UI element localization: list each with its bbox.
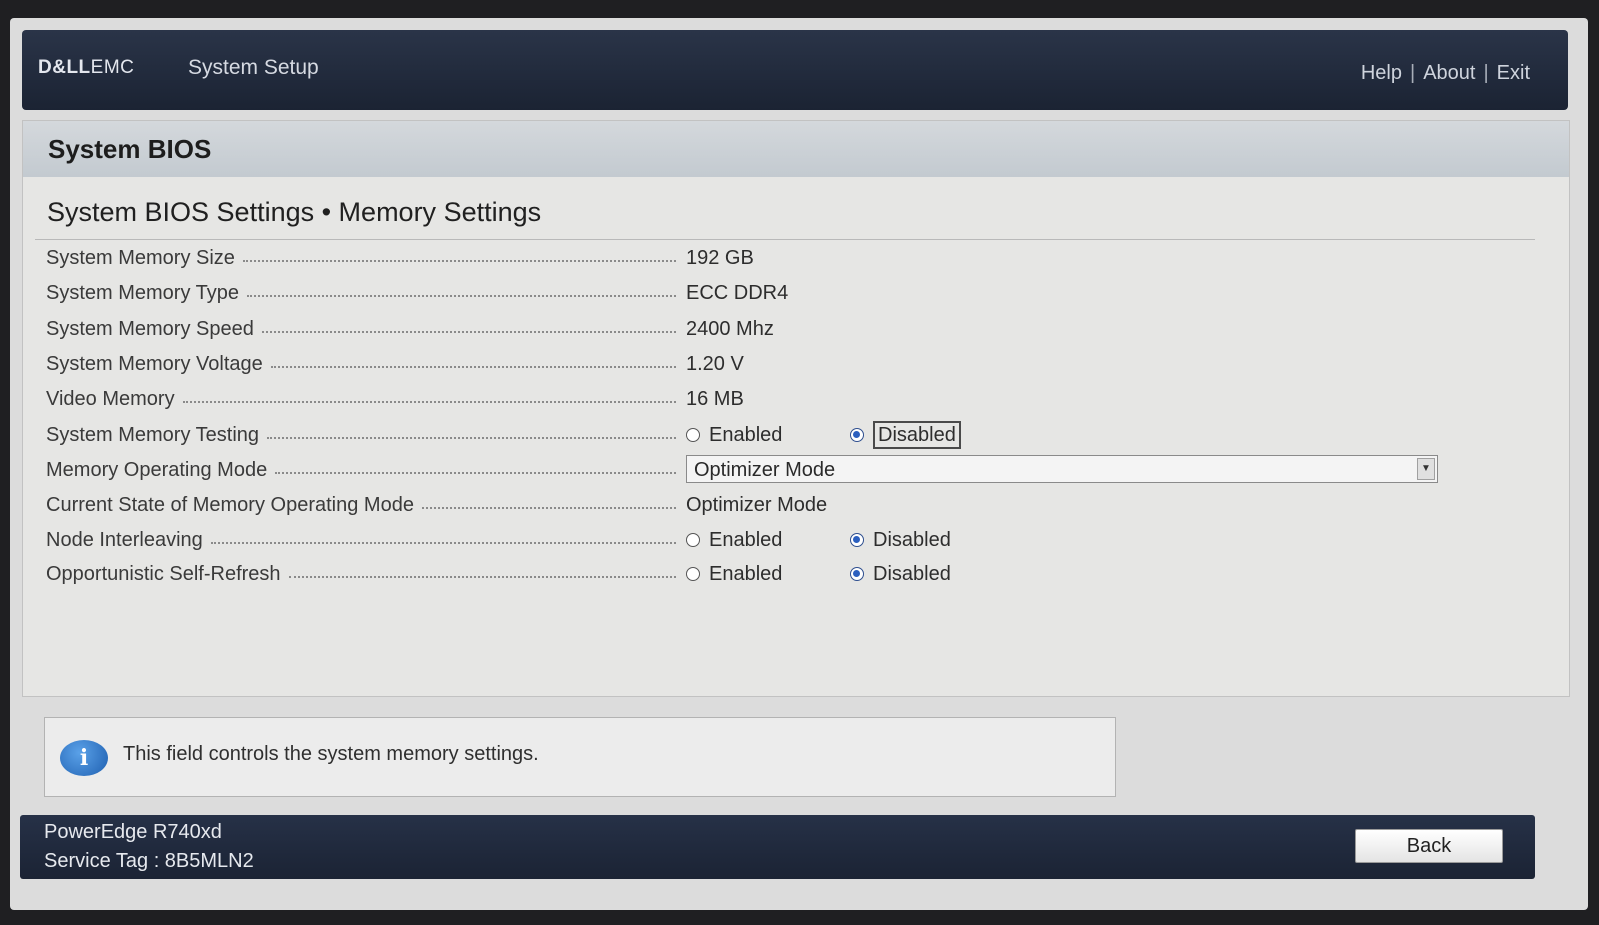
setting-value: 192 GB bbox=[686, 247, 754, 269]
setting-label: System Memory Type bbox=[46, 278, 676, 308]
radio-label-focused: Disabled bbox=[873, 421, 961, 449]
radio-label: Disabled bbox=[873, 562, 951, 585]
radio-label: Enabled bbox=[709, 528, 783, 551]
help-text: This field controls the system memory se… bbox=[123, 743, 539, 765]
info-icon: i bbox=[60, 740, 108, 776]
logo-emc-text: EMC bbox=[90, 57, 135, 78]
radio-group-node-interleaving: Enabled Disabled bbox=[686, 525, 951, 555]
leader-dots bbox=[182, 401, 676, 403]
radio-group-memory-testing: Enabled Disabled bbox=[686, 420, 961, 450]
breadcrumb: System BIOS Settings • Memory Settings bbox=[47, 197, 542, 227]
setting-label: System Memory Size bbox=[46, 243, 676, 273]
top-header: D&LLEMC System Setup Help | About | Exit bbox=[22, 30, 1568, 110]
leader-dots bbox=[267, 437, 676, 439]
setting-row-memory-speed: System Memory Speed 2400 Mhz bbox=[46, 314, 1496, 344]
leader-dots bbox=[210, 542, 676, 544]
back-button[interactable]: Back bbox=[1355, 829, 1503, 863]
radio-checked-icon[interactable] bbox=[850, 567, 864, 581]
setting-row-memory-testing: System Memory Testing Enabled Disabled bbox=[46, 420, 1496, 450]
radio-enabled[interactable]: Enabled bbox=[686, 529, 850, 552]
setting-label: Current State of Memory Operating Mode bbox=[46, 490, 676, 520]
select-value: Optimizer Mode bbox=[694, 459, 836, 481]
radio-enabled[interactable]: Enabled bbox=[686, 563, 850, 586]
leader-dots bbox=[421, 507, 676, 509]
system-model: PowerEdge R740xd bbox=[44, 821, 222, 843]
dropdown-arrow-icon[interactable]: ▼ bbox=[1417, 458, 1435, 480]
setting-row-video-memory: Video Memory 16 MB bbox=[46, 384, 1496, 414]
radio-disabled[interactable]: Disabled bbox=[850, 421, 961, 449]
setting-label: System Memory Speed bbox=[46, 314, 676, 344]
setting-label-text: System Memory Speed bbox=[46, 317, 254, 340]
dell-emc-logo: D&LLEMC bbox=[38, 57, 134, 79]
radio-unchecked-icon[interactable] bbox=[686, 567, 700, 581]
memory-operating-mode-select[interactable]: Optimizer Mode ▼ bbox=[686, 455, 1438, 483]
setting-label: Memory Operating Mode bbox=[46, 455, 676, 485]
setting-label: Video Memory bbox=[46, 384, 676, 414]
leader-dots bbox=[288, 576, 676, 578]
leader-dots bbox=[275, 472, 676, 474]
setting-label-text: System Memory Size bbox=[46, 246, 235, 269]
exit-link[interactable]: Exit bbox=[1497, 62, 1530, 84]
breadcrumb-divider bbox=[35, 239, 1535, 240]
panel-title-bar: System BIOS bbox=[23, 121, 1569, 177]
setting-value: 2400 Mhz bbox=[686, 318, 774, 340]
setting-label-text: Video Memory bbox=[46, 387, 175, 410]
radio-disabled[interactable]: Disabled bbox=[850, 563, 951, 586]
radio-enabled[interactable]: Enabled bbox=[686, 424, 850, 447]
footer-bar: PowerEdge R740xd Service Tag : 8B5MLN2 B… bbox=[20, 815, 1535, 879]
setting-row-current-memory-mode: Current State of Memory Operating Mode O… bbox=[46, 490, 1496, 520]
setting-label: System Memory Voltage bbox=[46, 349, 676, 379]
setting-row-self-refresh: Opportunistic Self-Refresh Enabled Disab… bbox=[46, 559, 1496, 589]
leader-dots bbox=[247, 295, 676, 297]
setting-value: 16 MB bbox=[686, 388, 744, 410]
link-separator: | bbox=[1483, 62, 1489, 84]
setting-row-memory-voltage: System Memory Voltage 1.20 V bbox=[46, 349, 1496, 379]
setting-label-text: Current State of Memory Operating Mode bbox=[46, 493, 414, 516]
setting-label-text: System Memory Type bbox=[46, 281, 240, 304]
radio-group-self-refresh: Enabled Disabled bbox=[686, 559, 951, 589]
logo-dell-text: D&LL bbox=[38, 57, 91, 78]
app-title: System Setup bbox=[188, 56, 319, 79]
setting-label: Opportunistic Self-Refresh bbox=[46, 559, 676, 589]
setting-row-node-interleaving: Node Interleaving Enabled Disabled bbox=[46, 525, 1496, 555]
service-tag: Service Tag : 8B5MLN2 bbox=[44, 850, 254, 872]
radio-checked-icon[interactable] bbox=[850, 428, 864, 442]
radio-checked-icon[interactable] bbox=[850, 533, 864, 547]
link-separator: | bbox=[1409, 62, 1416, 84]
setting-label-text: System Memory Testing bbox=[46, 423, 260, 446]
radio-unchecked-icon[interactable] bbox=[686, 428, 700, 442]
header-links: Help | About | Exit bbox=[1361, 62, 1530, 85]
setting-row-memory-type: System Memory Type ECC DDR4 bbox=[46, 278, 1496, 308]
setting-label-text: Opportunistic Self-Refresh bbox=[46, 562, 281, 585]
radio-disabled[interactable]: Disabled bbox=[850, 529, 951, 552]
help-info-box: i This field controls the system memory … bbox=[44, 717, 1116, 797]
leader-dots bbox=[261, 331, 676, 333]
about-link[interactable]: About bbox=[1423, 62, 1475, 84]
radio-label: Enabled bbox=[709, 562, 783, 585]
setting-label-text: Memory Operating Mode bbox=[46, 458, 268, 481]
panel-title: System BIOS bbox=[48, 134, 212, 164]
setting-value: 1.20 V bbox=[686, 353, 744, 375]
leader-dots bbox=[242, 260, 676, 262]
radio-unchecked-icon[interactable] bbox=[686, 533, 700, 547]
leader-dots bbox=[270, 366, 676, 368]
setting-label: System Memory Testing bbox=[46, 420, 676, 450]
setting-row-memory-size: System Memory Size 192 GB bbox=[46, 243, 1496, 273]
setting-value: Optimizer Mode bbox=[686, 494, 828, 516]
setting-label: Node Interleaving bbox=[46, 525, 676, 555]
setting-value: ECC DDR4 bbox=[686, 282, 789, 304]
help-link[interactable]: Help bbox=[1361, 62, 1402, 84]
setting-label-text: Node Interleaving bbox=[46, 528, 203, 551]
radio-label: Disabled bbox=[873, 528, 951, 551]
setting-label-text: System Memory Voltage bbox=[46, 352, 263, 375]
radio-label: Enabled bbox=[709, 423, 783, 446]
setting-row-memory-operating-mode: Memory Operating Mode Optimizer Mode ▼ bbox=[46, 455, 1496, 485]
